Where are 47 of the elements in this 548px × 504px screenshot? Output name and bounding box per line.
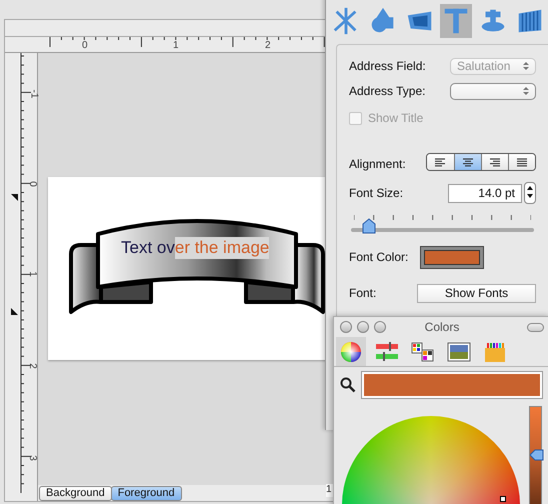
slider-thumb[interactable] <box>362 218 376 234</box>
updown-arrows-icon <box>523 86 529 96</box>
toolbar-toggle-button[interactable] <box>527 322 544 332</box>
layer-tab[interactable]: Foreground <box>110 486 182 500</box>
align-right-button[interactable] <box>481 154 508 170</box>
font-color-well[interactable] <box>420 246 484 268</box>
ruler-label: 0 <box>82 41 88 51</box>
field-label: Address Field: <box>349 59 426 73</box>
slider-thumb[interactable] <box>530 449 544 462</box>
color-marker[interactable] <box>500 496 506 502</box>
align-center-button[interactable] <box>454 154 481 170</box>
field-label: Alignment: <box>349 157 406 171</box>
zoom-button[interactable] <box>374 321 386 333</box>
show-fonts-button[interactable]: Show Fonts <box>417 284 536 302</box>
align-left-button[interactable] <box>427 154 454 170</box>
layer-tab[interactable]: Background <box>39 486 112 500</box>
window-title: Colors <box>424 320 460 334</box>
ruler-label: -1 <box>28 90 38 98</box>
field-label: Font: <box>349 286 376 300</box>
updown-arrows-icon <box>523 61 529 71</box>
font-size-slider[interactable] <box>351 218 534 234</box>
align-justify-icon <box>516 158 528 166</box>
wheel-mode-button[interactable] <box>336 337 366 366</box>
font-size-stepper[interactable] <box>524 182 536 204</box>
ruler-label: 1 <box>173 41 179 51</box>
minimize-button[interactable] <box>357 321 369 333</box>
align-justify-button[interactable] <box>508 154 535 170</box>
ruler-label: 2 <box>26 363 37 369</box>
font-size-field[interactable]: 14.0 pt <box>448 184 522 202</box>
margin-marker-icon[interactable] <box>11 194 18 201</box>
checkbox-label: Show Title <box>368 111 424 125</box>
ruler-label: 3 <box>26 455 37 461</box>
align-center-icon <box>462 158 474 166</box>
close-button[interactable] <box>340 321 352 333</box>
margin-marker-icon[interactable] <box>11 308 18 315</box>
ruler-label: 0 <box>26 181 37 187</box>
stepper-arrows-icon <box>527 184 533 198</box>
ruler-label: 2 <box>265 41 271 51</box>
align-right-icon <box>490 158 500 166</box>
brightness-slider[interactable] <box>529 406 542 504</box>
magnifier-icon[interactable] <box>340 377 356 393</box>
align-left-icon <box>435 158 446 166</box>
address-type-popup[interactable] <box>450 82 536 100</box>
field-label: Address Type: <box>349 84 426 98</box>
field-label: Font Size: <box>349 186 404 200</box>
ruler-label: 1 <box>26 271 37 277</box>
field-label: Font Color: <box>349 250 408 264</box>
